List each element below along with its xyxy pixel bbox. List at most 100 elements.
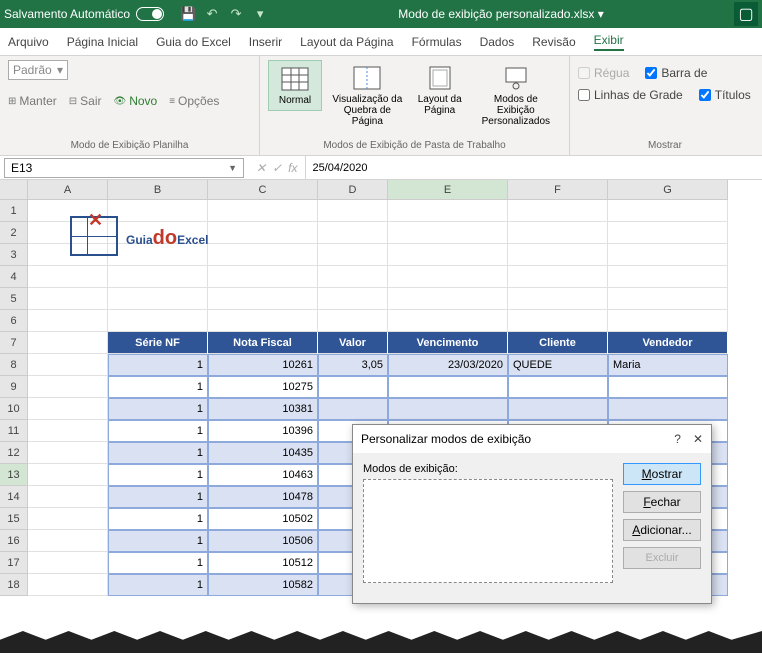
col-header-A[interactable]: A [28,180,108,200]
manter-button[interactable]: ⊞ Manter [8,92,57,110]
cell[interactable]: 23/03/2020 [388,354,508,376]
row-header-15[interactable]: 15 [0,508,28,530]
cell[interactable]: 3,05 [318,354,388,376]
cell[interactable] [608,288,728,310]
cell[interactable] [28,486,108,508]
cell[interactable] [28,288,108,310]
sair-button[interactable]: ⊟ Sair [69,92,102,110]
cell[interactable] [28,464,108,486]
tab-guia-excel[interactable]: Guia do Excel [156,35,231,49]
cell[interactable] [28,574,108,596]
fx-icon[interactable]: fx [288,161,297,175]
cell[interactable] [28,552,108,574]
cell[interactable] [28,310,108,332]
cell[interactable]: QUEDE [508,354,608,376]
cell[interactable] [318,310,388,332]
page-layout-button[interactable]: Layout da Página [413,60,467,120]
opcoes-button[interactable]: ≡ Opções [169,92,219,110]
row-header-18[interactable]: 18 [0,574,28,596]
cell[interactable]: 10506 [208,530,318,552]
row-header-5[interactable]: 5 [0,288,28,310]
cell[interactable]: 1 [108,398,208,420]
col-header-E[interactable]: E [388,180,508,200]
cell[interactable] [388,200,508,222]
cell[interactable] [28,442,108,464]
cell[interactable]: Valor [318,332,388,354]
cell[interactable]: 10435 [208,442,318,464]
cell[interactable] [608,222,728,244]
show-button[interactable]: Mostrar [623,463,701,485]
row-header-9[interactable]: 9 [0,376,28,398]
col-header-B[interactable]: B [108,180,208,200]
cell[interactable]: 1 [108,354,208,376]
undo-icon[interactable]: ↶ [204,6,220,22]
cell[interactable] [318,288,388,310]
col-header-C[interactable]: C [208,180,318,200]
col-header-G[interactable]: G [608,180,728,200]
cell[interactable]: 10463 [208,464,318,486]
cell[interactable] [508,288,608,310]
cell[interactable]: 10502 [208,508,318,530]
cell[interactable] [608,266,728,288]
cell[interactable] [508,200,608,222]
cell[interactable]: 10582 [208,574,318,596]
cell[interactable]: 1 [108,420,208,442]
cell[interactable]: Nota Fiscal [208,332,318,354]
sheet-view-dropdown[interactable]: Padrão▾ [8,60,68,80]
cell[interactable] [388,244,508,266]
tab-inserir[interactable]: Inserir [249,35,282,49]
redo-icon[interactable]: ↷ [228,6,244,22]
cell[interactable]: 10478 [208,486,318,508]
cell[interactable] [28,420,108,442]
page-break-view-button[interactable]: Visualização da Quebra de Página [326,60,409,131]
toggle-switch[interactable] [136,7,164,21]
ribbon-display-icon[interactable]: ▢ [734,2,758,26]
tab-revisao[interactable]: Revisão [532,35,575,49]
row-header-14[interactable]: 14 [0,486,28,508]
tab-formulas[interactable]: Fórmulas [412,35,462,49]
close-button[interactable]: Fechar [623,491,701,513]
tab-layout[interactable]: Layout da Página [300,35,393,49]
row-header-6[interactable]: 6 [0,310,28,332]
row-header-1[interactable]: 1 [0,200,28,222]
cell[interactable] [608,244,728,266]
tab-pagina-inicial[interactable]: Página Inicial [67,35,138,49]
dialog-help-icon[interactable]: ? [674,432,681,446]
qat-dropdown-icon[interactable]: ▾ [252,6,268,22]
save-icon[interactable]: 💾 [180,6,196,22]
cancel-icon[interactable]: ✕ [256,161,266,175]
cell[interactable] [508,244,608,266]
dialog-title-bar[interactable]: Personalizar modos de exibição ? ✕ [353,425,711,453]
row-header-11[interactable]: 11 [0,420,28,442]
row-header-16[interactable]: 16 [0,530,28,552]
gridlines-checkbox[interactable]: Linhas de Grade [578,86,683,104]
cell[interactable]: 10396 [208,420,318,442]
cell[interactable] [388,398,508,420]
row-header-12[interactable]: 12 [0,442,28,464]
cell[interactable] [28,332,108,354]
cell[interactable]: Série NF [108,332,208,354]
cell[interactable]: Maria [608,354,728,376]
custom-views-button[interactable]: Modos de Exibição Personalizados [471,60,561,131]
cell[interactable] [28,508,108,530]
cell[interactable] [508,222,608,244]
formula-bar-checkbox[interactable]: Barra de [645,64,707,82]
row-header-13[interactable]: 13 [0,464,28,486]
cell[interactable]: 1 [108,442,208,464]
cell[interactable]: 1 [108,464,208,486]
cell[interactable]: 1 [108,508,208,530]
cell[interactable]: 1 [108,552,208,574]
col-header-D[interactable]: D [318,180,388,200]
cell[interactable] [508,398,608,420]
dialog-close-icon[interactable]: ✕ [693,432,703,446]
cell[interactable] [388,376,508,398]
tab-dados[interactable]: Dados [480,35,515,49]
cell[interactable] [608,310,728,332]
cell[interactable] [28,376,108,398]
cell[interactable] [388,310,508,332]
tab-exibir[interactable]: Exibir [594,33,624,51]
cell[interactable]: Vencimento [388,332,508,354]
cell[interactable]: 10261 [208,354,318,376]
cell[interactable] [318,376,388,398]
cell[interactable] [608,398,728,420]
